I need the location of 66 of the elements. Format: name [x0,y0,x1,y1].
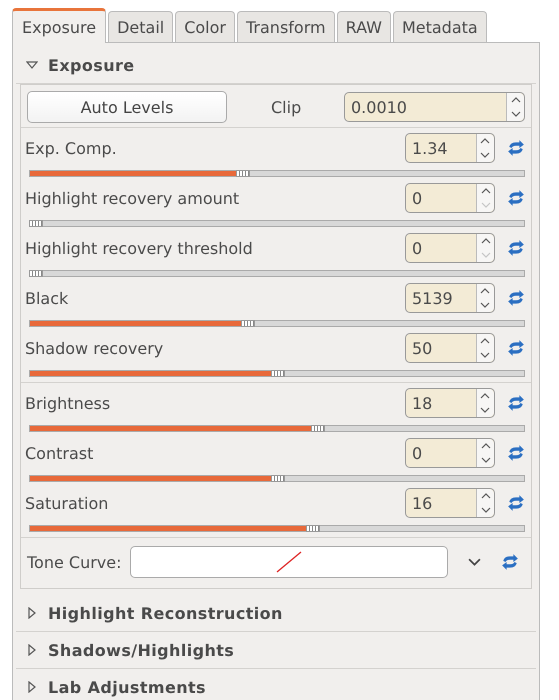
slider-label: Highlight recovery amount [25,188,240,208]
expander-icon [26,607,38,619]
reset-icon[interactable] [506,139,525,157]
tab[interactable]: Metadata [392,11,487,42]
section-header[interactable]: Exposure [16,47,536,84]
clip-label: Clip [271,98,302,116]
slider-label: Highlight recovery threshold [25,238,253,258]
tone-curve-button[interactable] [130,546,448,578]
reset-icon[interactable] [506,394,525,412]
slider-handle[interactable] [236,170,250,177]
slider-handle[interactable] [271,370,286,377]
reset-icon[interactable] [500,553,519,571]
dropdown-icon[interactable] [468,558,481,566]
slider-track[interactable] [29,525,525,532]
tab[interactable]: Detail [108,11,174,42]
slider-label: Saturation [25,494,108,512]
tab[interactable]: Transform [237,11,335,42]
slider-handle[interactable] [29,270,43,277]
slider-track[interactable] [29,370,525,377]
slider-track[interactable] [29,170,525,177]
slider-label: Shadow recovery [25,338,164,358]
slider-handle[interactable] [241,320,256,327]
tone-curve-label: Tone Curve: [27,552,122,572]
clip-spin-field[interactable]: 0.0010 [344,92,525,122]
expander-icon [26,59,38,71]
slider-handle[interactable] [306,525,320,532]
reset-icon[interactable] [507,444,525,462]
slider-handle[interactable] [310,425,325,432]
spin-field[interactable]: 0 [405,233,495,263]
reset-icon[interactable] [506,289,525,307]
curve-icon [276,551,302,573]
reset-icon[interactable] [507,494,525,512]
section-header[interactable]: Shadows/Highlights [16,632,536,669]
expander-icon [26,681,38,693]
reset-icon[interactable] [507,239,525,257]
auto-levels-button[interactable]: Auto Levels [27,91,227,123]
spin-field[interactable]: 0 [405,183,495,213]
slider-track[interactable] [29,270,525,277]
section-header[interactable]: Highlight Reconstruction [16,595,536,632]
slider-label: Black [25,288,68,308]
spin-field[interactable]: 1.34 [404,133,495,163]
slider-track[interactable] [29,220,525,227]
spin-field[interactable]: 0 [405,438,495,468]
slider-label: Brightness [25,394,110,412]
slider-label: Contrast [25,444,94,462]
reset-icon[interactable] [506,339,525,357]
section-title: Exposure [48,56,135,74]
spin-field[interactable]: 18 [404,388,495,418]
slider-label: Exp. Comp. [25,138,117,158]
tab[interactable]: Color [175,11,235,42]
slider-track[interactable] [29,475,525,482]
spin-field[interactable]: 5139 [404,283,495,313]
slider-handle[interactable] [29,220,43,227]
reset-icon[interactable] [507,189,525,207]
tab[interactable]: RAW [336,11,391,42]
section-title: Lab Adjustments [48,678,206,696]
slider-track[interactable] [29,425,525,432]
slider-handle[interactable] [271,475,286,482]
section-title: Highlight Reconstruction [48,604,283,622]
section-header[interactable]: Lab Adjustments [16,669,536,700]
section-title: Shadows/Highlights [48,640,234,660]
tab[interactable]: Exposure [12,8,106,43]
spin-field[interactable]: 16 [405,488,495,518]
slider-track[interactable] [29,320,525,327]
expander-icon [26,644,38,656]
spin-field[interactable]: 50 [404,333,495,363]
